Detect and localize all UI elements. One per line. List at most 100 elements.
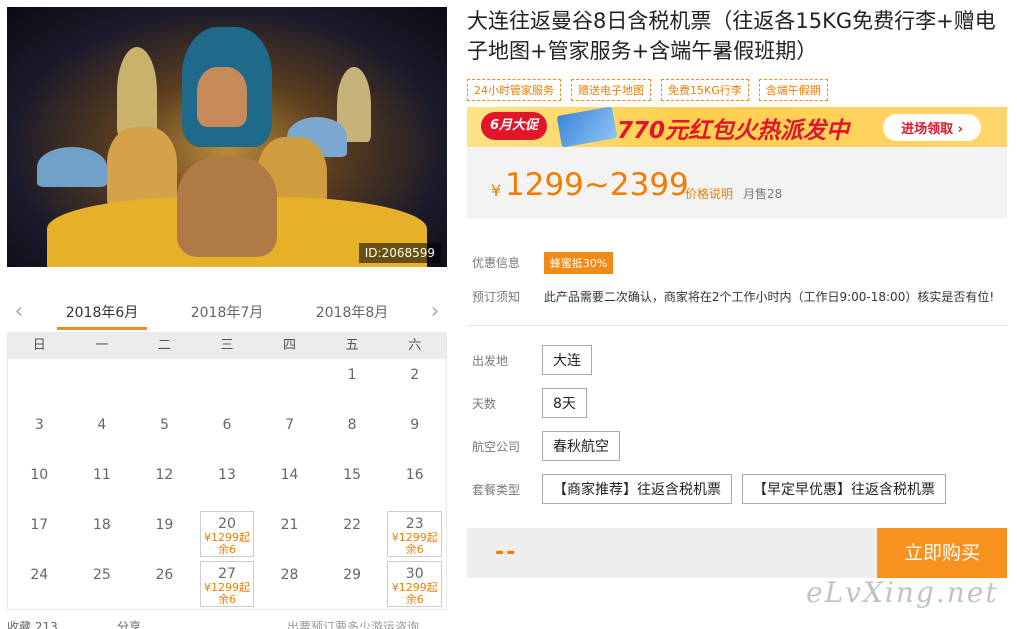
promo-text: 770元红包火热派发中 [617,118,850,144]
day-number: 7 [285,417,295,433]
product-title: 大连往返曼谷8日含税机票（往返各15KG免费行李+赠电子地图+管家服务+含端午暑… [467,9,996,63]
days-option[interactable]: 8天 [542,388,587,418]
calendar-day-available[interactable]: 23 ¥1299起 余6 [387,511,442,557]
monthly-sales: 月售28 [743,187,783,201]
calendar-day [71,359,134,409]
day-number: 4 [97,417,107,433]
calendar-day: 15 [321,459,384,509]
price-range: 1299~2399 [505,167,689,203]
day-number: 21 [280,517,299,533]
calendar-month-nav: ‹ 2018年6月 2018年7月 2018年8月 › [7,296,447,330]
site-watermark: eLvXing.net [806,576,999,609]
buy-now-button[interactable]: 立即购买 [877,528,1007,578]
day-number: 10 [30,467,49,483]
share-note: 出票预订要多少游运咨询 [287,620,420,629]
booking-notice-row: 预订须知 此产品需要二次确认，商家将在2个工作小时内（工作日9:00-18:00… [472,288,994,305]
origin-label: 出发地 [472,353,509,368]
tag-badge: 赠送电子地图 [571,79,651,101]
day-number: 19 [155,517,174,533]
airline-label: 航空公司 [472,439,521,454]
package-option[interactable]: 【商家推荐】往返含税机票 [542,474,732,504]
product-tags: 24小时管家服务 赠送电子地图 免费15KG行李 含端午假期 [467,79,828,101]
calendar-day: 9 [383,409,446,459]
calendar-day: 8 [321,409,384,459]
share-button[interactable]: 分享 [117,618,141,629]
calendar-day: 26 [133,559,196,609]
weekday-label: 日 [32,338,46,353]
airline-option[interactable]: 春秋航空 [542,431,620,461]
package-label: 套餐类型 [472,482,521,497]
calendar-day: 29 [321,559,384,609]
day-stock: 余6 [217,593,236,606]
promo-banner[interactable]: 6月大促 770元红包火热派发中 进场领取 › [467,107,1007,147]
weekday-label: 三 [220,338,234,353]
active-month-indicator [57,327,147,330]
calendar-day: 19 [133,509,196,559]
month-tab-july[interactable]: 2018年7月 [177,302,277,322]
price-explanation-link[interactable]: 价格说明 [685,185,733,202]
calendar-day-available[interactable]: 20 ¥1299起 余6 [199,511,255,557]
weekday-label: 一 [95,338,109,353]
day-number: 30 [405,566,424,582]
calendar-day-available[interactable]: 30 ¥1299起 余6 [387,561,442,607]
day-number: 27 [218,566,236,582]
product-photo: ID:2068599 [7,7,447,267]
day-stock: 余6 [405,593,424,606]
booking-label: 预订须知 [472,290,521,304]
discount-row: 优惠信息 蜂蜜抵30% [472,252,614,274]
weekday-label: 二 [157,338,171,353]
calendar-day: 21 [258,509,321,559]
calendar-day [258,359,321,409]
day-number: 18 [92,517,111,533]
day-number: 3 [34,417,44,433]
day-number: 2 [410,367,420,383]
calendar-day: 24 [8,559,71,609]
calendar-day: 13 [196,459,259,509]
quantity-display[interactable]: -- [495,540,517,565]
origin-option[interactable]: 大连 [542,345,592,375]
day-number: 17 [30,517,49,533]
calendar-day: 17 [8,509,71,559]
favorite-button[interactable]: 收藏 213 [7,618,58,629]
tag-badge: 含端午假期 [758,79,828,101]
calendar-day: 12 [133,459,196,509]
calendar-day: 11 [71,459,134,509]
ticket-icon [556,107,618,147]
month-tab-june[interactable]: 2018年6月 [52,302,152,322]
day-stock: 余6 [405,543,424,556]
calendar-day: 14 [258,459,321,509]
package-row: 套餐类型 【商家推荐】往返含税机票 【早定早优惠】往返含税机票 [472,474,956,504]
calendar-day: 28 [258,559,321,609]
currency-symbol: ¥ [491,181,502,200]
calendar-day [196,359,259,409]
day-number: 5 [159,417,169,433]
day-number: 15 [343,467,362,483]
share-row: 收藏 213 分享 出票预订要多少游运咨询 [7,618,447,629]
calendar-day: 18 [71,509,134,559]
day-number: 24 [30,567,49,583]
calendar-day: 16 [383,459,446,509]
calendar-day: 3 [8,409,71,459]
airline-row: 航空公司 春秋航空 [472,431,630,461]
package-option[interactable]: 【早定早优惠】往返含税机票 [742,474,946,504]
chevron-left-icon[interactable]: ‹ [9,300,29,324]
day-number: 11 [92,467,111,483]
price-box: ¥ 1299~2399 价格说明 月售28 [467,147,1007,219]
calendar-day: 10 [8,459,71,509]
calendar-day: 6 [196,409,259,459]
purchase-bar: -- 立即购买 [467,528,1007,578]
calendar-grid: 1 2 3 4 5 6 7 8 9 10 11 12 13 14 15 16 17 18 19 20 ¥1299起 余6 2… [8,359,446,609]
calendar-day-available[interactable]: 27 ¥1299起 余6 [199,561,255,607]
month-tab-august[interactable]: 2018年8月 [302,302,402,322]
days-label: 天数 [472,396,497,411]
day-number: 28 [280,567,299,583]
day-number: 25 [92,567,111,583]
day-number: 14 [280,467,299,483]
day-number: 23 [405,516,424,532]
calendar-day: 4 [71,409,134,459]
chevron-right-icon[interactable]: › [425,300,445,324]
divider [467,325,1007,326]
weekday-label: 五 [345,338,359,353]
day-stock: 余6 [217,543,236,556]
promo-claim-button[interactable]: 进场领取 › [883,114,981,141]
